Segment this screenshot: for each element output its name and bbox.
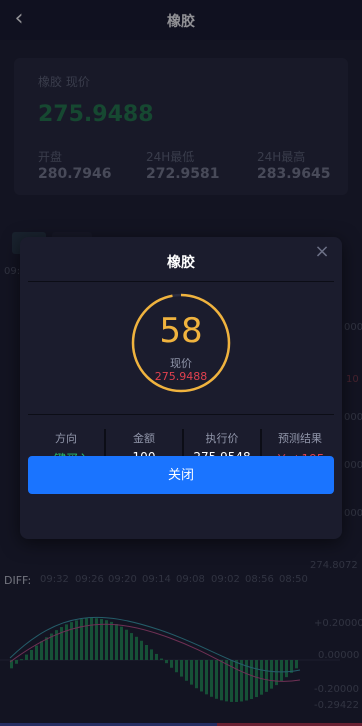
divider — [28, 414, 334, 415]
close-button[interactable]: 关闭 — [28, 456, 334, 494]
amount-label: 金额 — [133, 432, 155, 445]
dialog-title: 橡胶 — [167, 255, 195, 271]
countdown-ring: 58 现价 275.9488 — [131, 293, 231, 393]
current-price-value: 275.9488 — [154, 370, 208, 383]
countdown-seconds: 58 — [159, 311, 203, 351]
dialog-close-button[interactable]: × — [310, 241, 334, 265]
direction-label: 方向 — [55, 432, 77, 445]
divider — [28, 281, 334, 282]
current-price-label: 现价 — [170, 357, 192, 370]
forecast-label: 预测结果 — [278, 432, 322, 445]
execution-price-label: 执行价 — [205, 432, 239, 445]
order-result-dialog: 橡胶 × 58 现价 275.9488 方向 一键买入 金额 100 执行价 2… — [20, 237, 342, 539]
close-x-icon: × — [314, 241, 330, 262]
